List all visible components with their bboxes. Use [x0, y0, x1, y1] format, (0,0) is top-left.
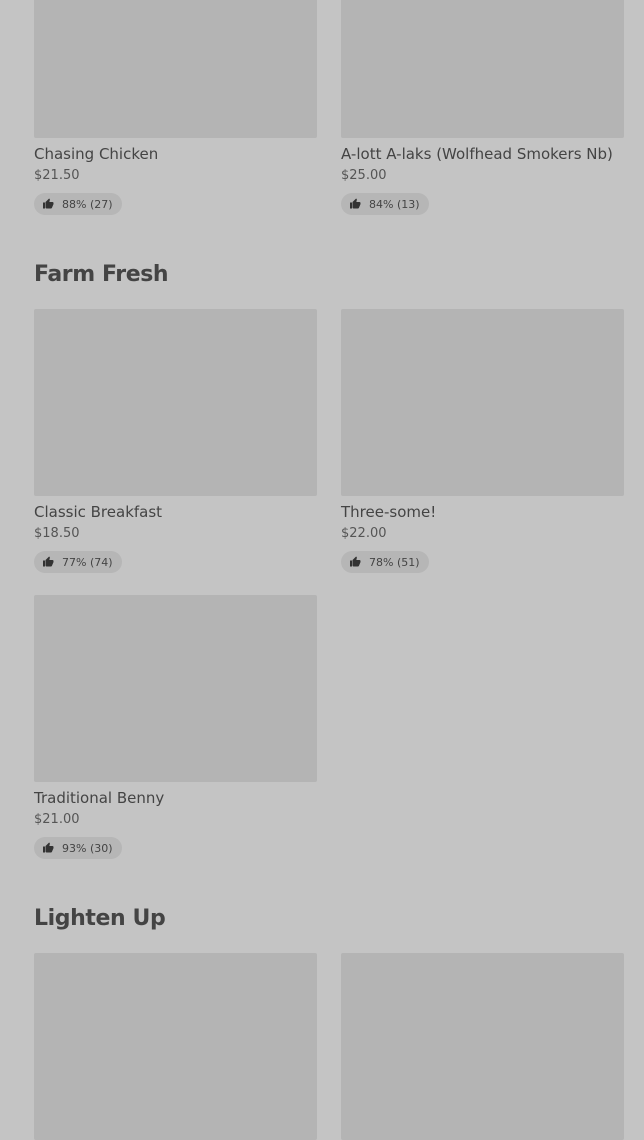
rating-badge: 78% (51) [341, 551, 429, 573]
menu-item-card[interactable]: Chasing Chicken $21.50 88% (27) [34, 0, 317, 215]
section-title-farm-fresh: Farm Fresh [34, 262, 169, 287]
menu-item-image[interactable] [34, 595, 317, 782]
menu-item-image[interactable] [34, 953, 317, 1140]
menu-item-price: $22.00 [341, 526, 387, 541]
rating-text: 77% (74) [62, 555, 113, 569]
menu-item-card[interactable] [341, 953, 624, 1140]
thumbs-up-icon [350, 556, 361, 567]
menu-item-price: $21.00 [34, 812, 80, 827]
menu-item-image[interactable] [341, 309, 624, 496]
menu-item-card[interactable]: Three-some! $22.00 78% (51) [341, 309, 624, 573]
thumbs-up-icon [43, 842, 54, 853]
menu-item-card[interactable]: Classic Breakfast $18.50 77% (74) [34, 309, 317, 573]
menu-item-card[interactable]: A-lott A-laks (Wolfhead Smokers Nb) $25.… [341, 0, 624, 215]
thumbs-up-icon [43, 556, 54, 567]
menu-item-card[interactable] [34, 953, 317, 1140]
menu-item-name: Three-some! [341, 503, 437, 521]
rating-text: 78% (51) [369, 555, 420, 569]
menu-item-name: Chasing Chicken [34, 145, 159, 163]
menu-item-name: Classic Breakfast [34, 503, 163, 521]
thumbs-up-icon [43, 198, 54, 209]
rating-text: 93% (30) [62, 841, 113, 855]
menu-item-image[interactable] [34, 309, 317, 496]
rating-badge: 84% (13) [341, 193, 429, 215]
rating-badge: 93% (30) [34, 837, 122, 859]
thumbs-up-icon [350, 198, 361, 209]
section-title-lighten-up: Lighten Up [34, 906, 166, 931]
menu-item-name: A-lott A-laks (Wolfhead Smokers Nb) [341, 145, 613, 163]
menu-item-name: Traditional Benny [34, 789, 165, 807]
rating-text: 88% (27) [62, 197, 113, 211]
menu-item-image[interactable] [341, 953, 624, 1140]
rating-badge: 77% (74) [34, 551, 122, 573]
rating-text: 84% (13) [369, 197, 420, 211]
rating-badge: 88% (27) [34, 193, 122, 215]
menu-item-price: $18.50 [34, 526, 80, 541]
menu-item-price: $21.50 [34, 168, 80, 183]
menu-item-card[interactable]: Traditional Benny $21.00 93% (30) [34, 595, 317, 859]
menu-item-image[interactable] [341, 0, 624, 138]
menu-item-price: $25.00 [341, 168, 387, 183]
menu-item-image[interactable] [34, 0, 317, 138]
